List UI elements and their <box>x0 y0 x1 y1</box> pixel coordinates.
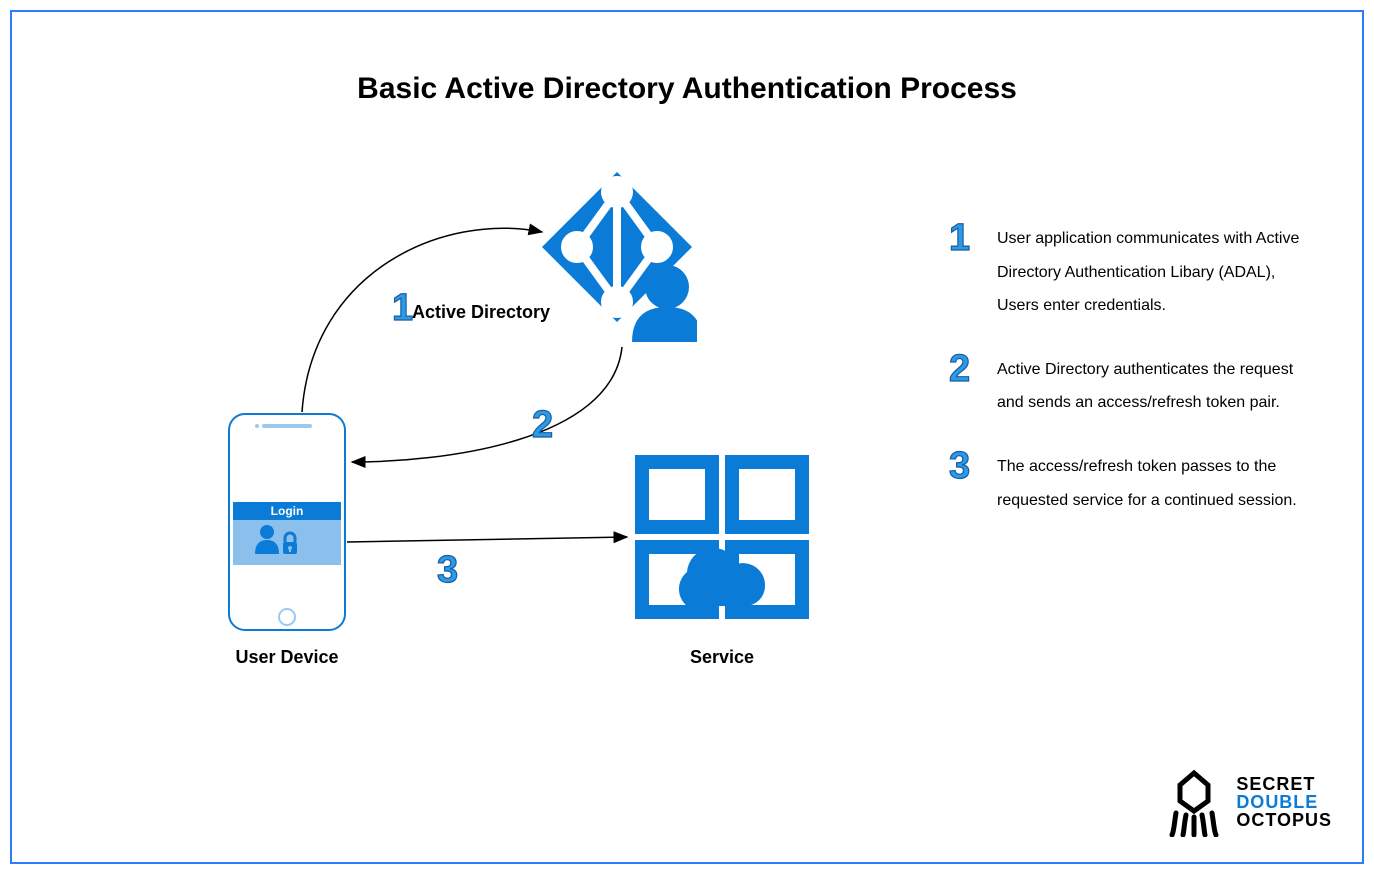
octopus-icon <box>1164 767 1224 837</box>
flow-number-2: 2 <box>532 404 554 446</box>
brand-line-2: DOUBLE <box>1236 793 1332 811</box>
step-1-number: 1 <box>949 217 971 259</box>
brand-logo: SECRET DOUBLE OCTOPUS <box>1164 767 1332 837</box>
step-2: 2 Active Directory authenticates the req… <box>947 353 1317 420</box>
brand-line-1: SECRET <box>1236 775 1332 793</box>
step-2-number: 2 <box>949 348 971 390</box>
step-1: 1 User application communicates with Act… <box>947 222 1317 323</box>
steps-panel: 1 User application communicates with Act… <box>947 222 1317 547</box>
flow-number-1: 1 <box>392 287 414 329</box>
flow-number-3: 3 <box>437 549 459 591</box>
step-3-text: The access/refresh token passes to the r… <box>997 450 1317 517</box>
diagram-frame: Basic Active Directory Authentication Pr… <box>10 10 1364 864</box>
step-3-number: 3 <box>949 445 971 487</box>
step-1-text: User application communicates with Activ… <box>997 222 1317 323</box>
brand-line-3: OCTOPUS <box>1236 811 1332 829</box>
step-3: 3 The access/refresh token passes to the… <box>947 450 1317 517</box>
step-2-text: Active Directory authenticates the reque… <box>997 353 1317 420</box>
